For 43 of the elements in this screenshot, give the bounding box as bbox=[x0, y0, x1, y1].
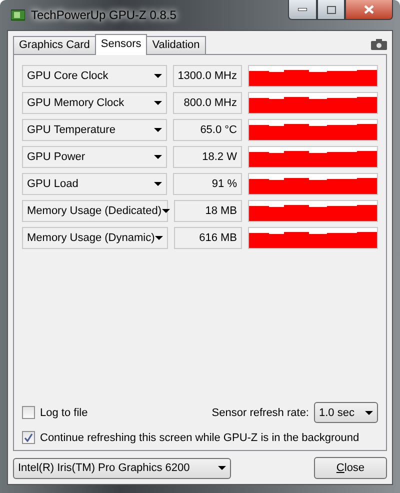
checkbox-label: Continue refreshing this screen while GPU-Z is in the background bbox=[40, 432, 360, 444]
caret-icon bbox=[162, 209, 170, 213]
sensor-dropdown[interactable]: Memory Usage (Dynamic) bbox=[22, 227, 168, 249]
maximize-button[interactable] bbox=[317, 0, 345, 20]
sensor-dropdown[interactable]: GPU Core Clock bbox=[22, 65, 167, 87]
tab[interactable]: Sensors bbox=[94, 34, 148, 55]
checkbox-label: Log to file bbox=[40, 406, 88, 418]
caret-icon bbox=[154, 236, 163, 240]
close-button[interactable]: Close bbox=[314, 457, 387, 479]
gpu-dropdown[interactable]: Intel(R) Iris(TM) Pro Graphics 6200 bbox=[13, 458, 231, 478]
sensor-dropdown[interactable]: GPU Temperature bbox=[22, 119, 167, 141]
minimize-icon bbox=[298, 8, 307, 11]
sensor-dropdown[interactable]: GPU Power bbox=[22, 146, 167, 168]
caret-icon bbox=[154, 101, 162, 105]
caret-icon bbox=[154, 128, 162, 132]
sensor-reading: 1300.0 MHz bbox=[172, 65, 242, 87]
caret-icon bbox=[218, 466, 226, 470]
sensor-reading: 65.0 °C bbox=[172, 119, 242, 141]
caret-icon bbox=[154, 155, 162, 159]
sensor-reading: 91 % bbox=[172, 173, 242, 195]
minimize-button[interactable] bbox=[288, 0, 317, 20]
sensor-dropdown[interactable]: Memory Usage (Dedicated) bbox=[22, 200, 168, 222]
sensor-dropdown[interactable]: GPU Load bbox=[22, 173, 167, 195]
window-title: TechPowerUp GPU-Z 0.8.5 bbox=[31, 8, 176, 22]
sensor-dropdown[interactable]: GPU Memory Clock bbox=[22, 92, 167, 114]
caret-icon bbox=[154, 182, 162, 186]
refresh-rate-dropdown[interactable]: 1.0 sec bbox=[314, 402, 378, 423]
sensor-reading: 800.0 MHz bbox=[172, 92, 242, 114]
checkbox[interactable] bbox=[22, 431, 35, 444]
camera-icon[interactable] bbox=[371, 39, 387, 50]
app-icon bbox=[11, 9, 25, 21]
sensor-reading: 616 MB bbox=[174, 227, 242, 249]
caret-icon bbox=[154, 74, 162, 78]
caret-icon bbox=[365, 410, 373, 414]
close-icon bbox=[364, 5, 374, 14]
checkbox[interactable] bbox=[22, 406, 35, 419]
sensor-reading: 18 MB bbox=[174, 200, 242, 222]
tab[interactable]: Validation bbox=[146, 36, 206, 55]
close-window-button[interactable] bbox=[345, 0, 393, 20]
sensor-reading: 18.2 W bbox=[172, 146, 242, 168]
maximize-icon bbox=[326, 6, 336, 14]
refresh-rate-label: Sensor refresh rate: bbox=[212, 406, 309, 418]
tab[interactable]: Graphics Card bbox=[13, 36, 96, 55]
